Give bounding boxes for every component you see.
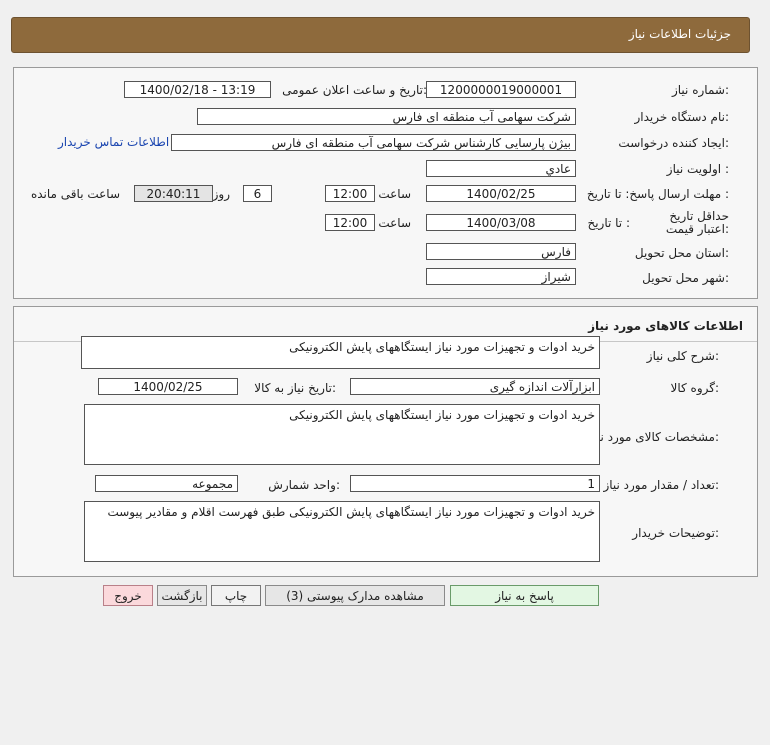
goods-section-title: اطلاعات کالاهای مورد نیاز — [588, 319, 743, 333]
need-info-panel: شماره نیاز: 1200000019000001 تاریخ و ساع… — [13, 67, 758, 299]
deadline-time-field: 12:00 — [325, 185, 375, 202]
remaining-time-field: 20:40:11 — [134, 185, 213, 202]
price-valid-time-label: ساعت — [378, 216, 411, 230]
city-label: شهر محل تحویل: — [642, 271, 729, 285]
qty-field: 1 — [350, 475, 600, 492]
until-date-label: تا تاریخ : — [587, 216, 630, 230]
province-field: فارس — [426, 243, 576, 260]
unit-field: مجموعه — [95, 475, 238, 492]
desc-label: شرح کلی نیاز: — [646, 349, 719, 363]
unit-label: واحد شمارش: — [268, 478, 340, 492]
remaining-label: ساعت باقی مانده — [30, 187, 120, 201]
days-field: 6 — [243, 185, 272, 202]
announce-field: 1400/02/18 - 13:19 — [124, 81, 271, 98]
buyer-org-label: نام دستگاه خریدار: — [634, 110, 730, 124]
need-number-field: 1200000019000001 — [426, 81, 576, 98]
exit-button[interactable]: خروج — [103, 585, 153, 606]
spec-label: مشخصات کالای مورد نیاز: — [587, 430, 719, 444]
reply-button[interactable]: پاسخ به نیاز — [450, 585, 599, 606]
requester-label: ایجاد کننده درخواست: — [618, 136, 729, 150]
desc-field: خرید ادوات و تجهیزات مورد نیاز ایستگاهها… — [81, 336, 600, 369]
notes-label: توضیحات خریدار: — [632, 526, 719, 540]
page-header: جزئیات اطلاعات نیاز — [11, 17, 750, 53]
city-field: شیراز — [426, 268, 576, 285]
print-button[interactable]: چاپ — [211, 585, 261, 606]
requester-field: بیژن پارسایی کارشناس شرکت سهامی آب منطقه… — [171, 134, 576, 151]
priority-field: عادي — [426, 160, 576, 177]
need-number-label: شماره نیاز: — [671, 83, 729, 97]
group-field: ابزارآلات اندازه گیری — [350, 378, 600, 395]
qty-label: تعداد / مقدار مورد نیاز: — [603, 478, 719, 492]
need-date-field: 1400/02/25 — [98, 378, 238, 395]
announce-label: تاریخ و ساعت اعلان عمومی: — [282, 83, 427, 97]
deadline-time-label: ساعت — [378, 187, 411, 201]
province-label: استان محل تحویل: — [634, 246, 729, 260]
spec-field: خرید ادوات و تجهیزات مورد نیاز ایستگاهها… — [84, 404, 600, 465]
need-date-label: تاریخ نیاز به کالا: — [254, 381, 336, 395]
priority-label: اولویت نیاز : — [666, 162, 729, 176]
deadline-date-field: 1400/02/25 — [426, 185, 576, 202]
price-valid-date-field: 1400/03/08 — [426, 214, 576, 231]
deadline-label: مهلت ارسال پاسخ: تا تاریخ : — [586, 187, 729, 201]
price-valid-label: حداقل تاریخ اعتبار قیمت: — [665, 209, 729, 236]
buyer-contact-link[interactable]: اطلاعات تماس خریدار — [58, 135, 169, 149]
attachments-button[interactable]: مشاهده مدارک پیوستی (3) — [265, 585, 445, 606]
price-valid-time-field: 12:00 — [325, 214, 375, 231]
goods-info-panel: اطلاعات کالاهای مورد نیاز شرح کلی نیاز: … — [13, 306, 758, 577]
buyer-org-field: شرکت سهامی آب منطقه ای فارس — [197, 108, 576, 125]
page-title: جزئیات اطلاعات نیاز — [628, 27, 731, 41]
back-button[interactable]: بازگشت — [157, 585, 207, 606]
group-label: گروه کالا: — [670, 381, 720, 395]
notes-field: خرید ادوات و تجهیزات مورد نیاز ایستگاهها… — [84, 501, 600, 562]
